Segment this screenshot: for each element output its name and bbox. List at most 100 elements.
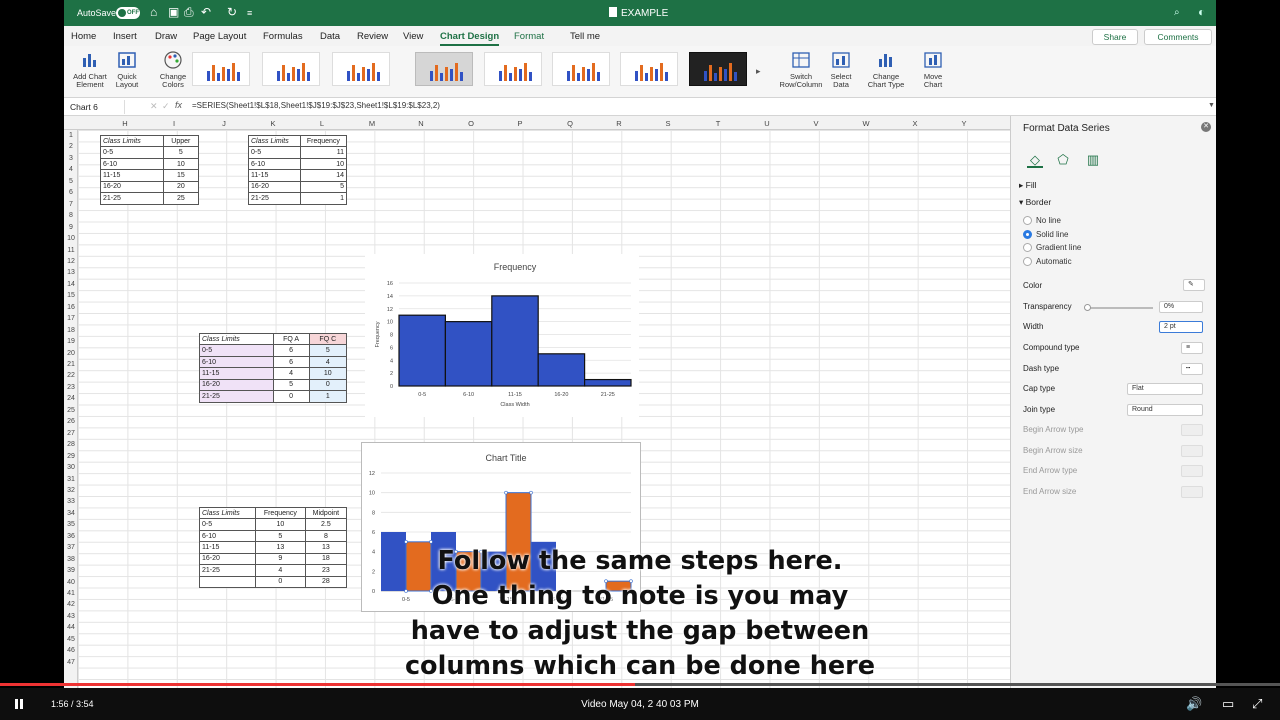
color-picker-button[interactable]: ✎ [1183, 279, 1205, 291]
radio-button[interactable] [1023, 229, 1032, 239]
confirm-icon[interactable]: ✓ [162, 101, 170, 112]
row-header[interactable]: 31 [64, 476, 78, 483]
row-header[interactable]: 1 [64, 132, 78, 139]
comments-button[interactable]: Comments [1144, 29, 1212, 45]
tab-tell-me[interactable]: Tell me [570, 31, 600, 42]
table-cell[interactable]: 0-5 [248, 146, 301, 159]
table-cell[interactable]: 16-20 [248, 180, 301, 194]
row-header[interactable]: 13 [64, 269, 78, 276]
begin-arrow-size-dropdown[interactable] [1181, 445, 1203, 457]
chart-style-7[interactable] [620, 52, 678, 86]
cap-type-dropdown[interactable]: Flat [1127, 383, 1203, 395]
tab-chart-design[interactable]: Chart Design [440, 31, 500, 46]
border-section[interactable]: ▾ Border [1019, 197, 1051, 208]
table-cell[interactable]: 5 [299, 180, 348, 194]
column-header[interactable]: X [909, 119, 921, 128]
column-header[interactable]: W [860, 119, 872, 128]
row-header[interactable]: 11 [64, 247, 78, 254]
row-header[interactable]: 22 [64, 372, 78, 379]
table-cell[interactable]: 0 [308, 378, 348, 392]
table-cell[interactable]: 0-5 [199, 518, 256, 531]
row-header[interactable]: 47 [64, 659, 78, 666]
table-cell[interactable]: 6-10 [248, 157, 301, 171]
table-cell[interactable]: 0 [272, 390, 310, 403]
column-header[interactable]: M [366, 119, 378, 128]
compound-type-dropdown[interactable]: ≡ [1181, 342, 1203, 354]
row-header[interactable]: 14 [64, 281, 78, 288]
row-header[interactable]: 41 [64, 590, 78, 597]
move-chart-button[interactable]: Move Chart [918, 50, 948, 89]
table-cell[interactable]: 16-20 [199, 552, 256, 566]
table-cell[interactable]: 9 [254, 552, 306, 566]
column-header[interactable]: T [712, 119, 724, 128]
effects-tab-icon[interactable]: ⬠ [1055, 152, 1071, 168]
row-header[interactable]: 43 [64, 613, 78, 620]
search-icon[interactable]: ⌕ [1174, 7, 1180, 18]
row-header[interactable]: 35 [64, 521, 78, 528]
table-header-cell[interactable]: Frequency [254, 506, 306, 520]
tab-format[interactable]: Format [514, 31, 544, 42]
table-cell[interactable]: 16-20 [100, 180, 164, 194]
table-cell[interactable]: 10 [299, 157, 348, 171]
formula-input[interactable]: =SERIES(Sheet1!$L$18,Sheet1!$J$19:$J$23,… [192, 101, 440, 110]
tab-view[interactable]: View [403, 31, 423, 42]
column-header[interactable]: R [613, 119, 625, 128]
table-cell[interactable]: 21-25 [100, 192, 164, 205]
table-cell[interactable]: 11 [299, 146, 348, 159]
home-icon[interactable]: ⌂ [150, 5, 157, 19]
row-header[interactable]: 19 [64, 338, 78, 345]
row-header[interactable]: 30 [64, 464, 78, 471]
table-cell[interactable]: 25 [162, 192, 200, 205]
chart-style-1[interactable] [192, 52, 250, 86]
table-header-cell[interactable]: FQ C [308, 332, 348, 346]
tab-review[interactable]: Review [357, 31, 388, 42]
row-header[interactable]: 17 [64, 315, 78, 322]
end-arrow-type-dropdown[interactable] [1181, 465, 1203, 477]
column-header[interactable]: J [218, 119, 230, 128]
column-header[interactable]: L [316, 119, 328, 128]
video-progress-bar[interactable] [0, 683, 1280, 686]
table-cell[interactable]: 1 [308, 390, 348, 403]
add-chart-element-button[interactable]: Add Chart Element [70, 50, 110, 89]
table-frequency[interactable]: Class Limits Frequency 0-5 11 6-10 10 11-15 14 1… [248, 134, 348, 205]
chart-style-2[interactable] [262, 52, 320, 86]
border-option-solid-line[interactable]: Solid line [1023, 229, 1068, 239]
row-header[interactable]: 6 [64, 189, 78, 196]
change-chart-type-button[interactable]: Change Chart Type [864, 50, 908, 89]
table-cell[interactable]: 21-25 [248, 192, 301, 205]
column-header[interactable]: I [168, 119, 180, 128]
row-header[interactable]: 39 [64, 567, 78, 574]
width-input[interactable]: 2 pt [1159, 321, 1203, 333]
row-header[interactable]: 37 [64, 544, 78, 551]
share-button[interactable]: Share [1092, 29, 1138, 45]
row-header[interactable]: 26 [64, 418, 78, 425]
row-header[interactable]: 8 [64, 212, 78, 219]
tab-draw[interactable]: Draw [155, 31, 177, 42]
column-header[interactable]: Q [564, 119, 576, 128]
table-cell[interactable]: 11-15 [199, 367, 274, 380]
row-header[interactable]: 25 [64, 407, 78, 414]
row-header[interactable]: 23 [64, 384, 78, 391]
table-cell[interactable]: 16-20 [199, 378, 274, 392]
end-arrow-size-dropdown[interactable] [1181, 486, 1203, 498]
table-header-cell[interactable]: Class Limits [248, 134, 301, 148]
row-header[interactable]: 40 [64, 579, 78, 586]
table-cell[interactable]: 6-10 [199, 355, 274, 369]
column-header[interactable]: V [810, 119, 822, 128]
row-header[interactable]: 42 [64, 601, 78, 608]
row-header[interactable]: 15 [64, 292, 78, 299]
row-header[interactable]: 12 [64, 258, 78, 265]
redo-icon[interactable]: ↻ [227, 5, 237, 19]
select-data-button[interactable]: Select Data [826, 50, 856, 89]
table-cell[interactable]: 20 [162, 180, 200, 194]
row-header[interactable]: 46 [64, 647, 78, 654]
column-header[interactable]: U [761, 119, 773, 128]
radio-button[interactable] [1023, 216, 1032, 225]
table-cell[interactable]: 6 [272, 344, 310, 357]
row-header[interactable]: 29 [64, 453, 78, 460]
fill-section[interactable]: ▸ Fill [1019, 180, 1037, 191]
table-cell[interactable]: 14 [299, 169, 348, 182]
tab-formulas[interactable]: Formulas [263, 31, 303, 42]
row-header[interactable]: 28 [64, 441, 78, 448]
function-icon[interactable]: fx [175, 100, 182, 110]
